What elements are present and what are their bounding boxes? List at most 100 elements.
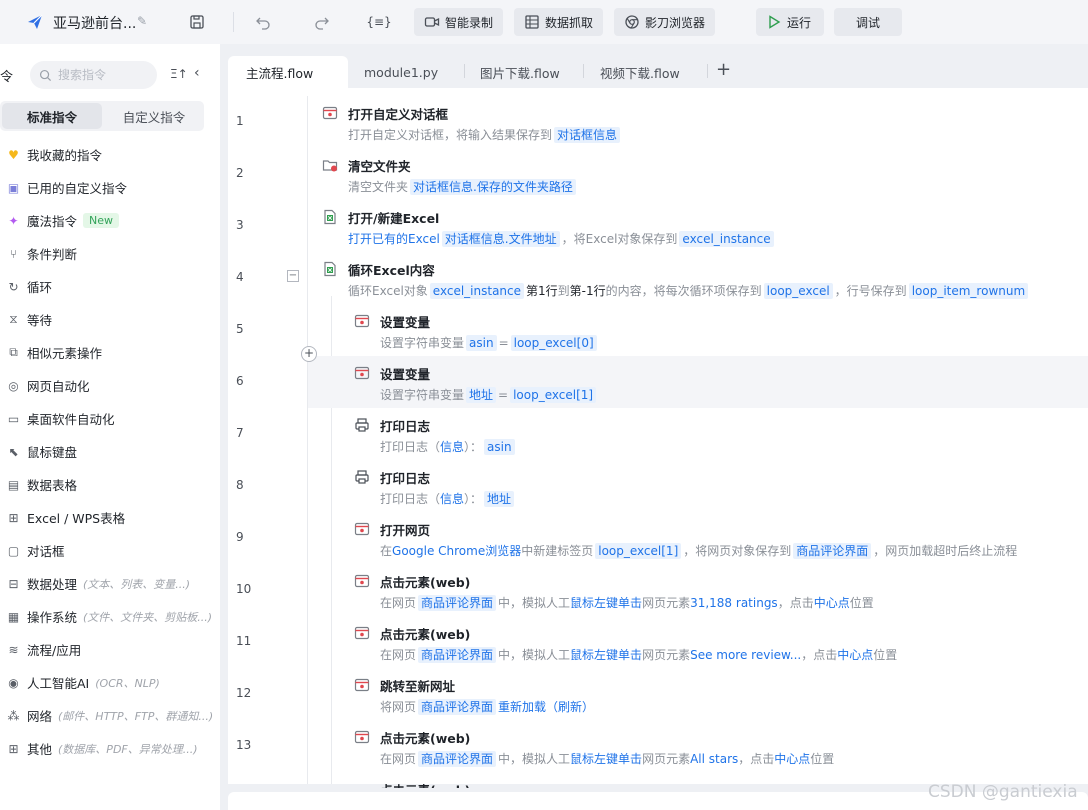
add-tab-icon[interactable]: + [716, 59, 731, 80]
code-view-icon[interactable]: {≡} [366, 11, 391, 33]
description-text: 在网页 [380, 596, 417, 610]
command-search[interactable] [30, 61, 157, 89]
variable-chip[interactable]: 商品评论界面 [418, 595, 497, 611]
variable-chip[interactable]: loop_excel[0] [510, 335, 597, 351]
description-text: ，点击 [738, 752, 775, 766]
sidebar-category-label: 桌面软件自动化 [27, 412, 115, 427]
sidebar-category-item[interactable]: ⧖ 等待 [0, 303, 220, 336]
smart-record-button[interactable]: 智能录制 [414, 8, 504, 36]
navigate-icon [354, 677, 370, 693]
sidebar-category-item[interactable]: ⑂ 条件判断 [0, 237, 220, 270]
debug-button[interactable]: 调试 [834, 8, 902, 36]
collapse-loop-icon[interactable]: − [287, 270, 299, 282]
flow-step[interactable]: 打开/新建Excel 打开已有的Excel 对话框信息.文件地址 ，将Excel对象保… [308, 200, 1088, 252]
flow-step[interactable]: 设置变量 设置字符串变量 asin = loop_excel[0] [308, 304, 1088, 356]
description-text: 鼠标左键单击 [570, 596, 643, 610]
sidebar-category-item[interactable]: ⊟ 数据处理 (文本、列表、变量...) [0, 567, 220, 600]
sidebar-category-item[interactable]: ▢ 对话框 [0, 534, 220, 567]
flow-step[interactable]: 跳转至新网址 将网页 商品评论界面 重新加载（刷新） [308, 668, 1088, 720]
flow-step[interactable]: 打印日志 打印日志（信息）： asin [308, 408, 1088, 460]
sidebar-category-item[interactable]: ▤ 数据表格 [0, 468, 220, 501]
tab-custom-commands[interactable]: 自定义指令 [104, 101, 204, 131]
sidebar-category-item[interactable]: ⁂ 网络 (邮件、HTTP、FTP、群通知...) [0, 699, 220, 732]
save-icon[interactable] [186, 11, 208, 33]
sidebar-category-item[interactable]: ◉ 人工智能AI (OCR、NLP) [0, 666, 220, 699]
variable-chip[interactable]: 对话框信息.保存的文件夹路径 [410, 179, 576, 195]
sidebar-category-item[interactable]: ≋ 流程/应用 [0, 633, 220, 666]
line-number: 1 [236, 114, 244, 128]
sidebar-category-item[interactable]: ⧉ 相似元素操作 [0, 336, 220, 369]
tab-standard-commands[interactable]: 标准指令 [2, 103, 102, 129]
sidebar-category-hint: (文件、文件夹、剪贴板...) [83, 610, 213, 624]
sidebar-category-label: 条件判断 [27, 247, 78, 262]
browser-button[interactable]: 影刀浏览器 [614, 8, 716, 36]
description-text: 设置字符串变量 [380, 336, 465, 350]
sidebar-category-label: 网页自动化 [27, 379, 90, 394]
tab-video-download[interactable]: 视频下载.flow [582, 56, 702, 88]
variable-chip[interactable]: loop_excel[1] [510, 387, 597, 403]
flow-step[interactable]: 打开自定义对话框 打开自定义对话框，将输入结果保存到 对话框信息 [308, 96, 1088, 148]
sidebar-category-item[interactable]: ▣ 已用的自定义指令 [0, 171, 220, 204]
mouse-icon: ⬉ [8, 444, 19, 459]
flow-step[interactable]: 打印日志 打印日志（信息）： 地址 [308, 460, 1088, 512]
tab-main-flow[interactable]: 主流程.flow [228, 56, 348, 88]
variable-chip[interactable]: asin [466, 335, 497, 351]
variable-chip[interactable]: asin [484, 439, 515, 455]
flow-step[interactable]: 点击元素(web) 在网页 商品评论界面 中，模拟人工鼠标左键单击网页元素31,188… [308, 564, 1088, 616]
flow-step[interactable]: 点击元素(web) 在网页 商品评论界面 中，模拟人工鼠标左键单击网页元素All st… [308, 720, 1088, 772]
description-text: 打印日志（ [380, 492, 441, 506]
flow-step[interactable]: 清空文件夹 清空文件夹 对话框信息.保存的文件夹路径 [308, 148, 1088, 200]
sidebar-category-label: 其他 [27, 742, 53, 757]
flow-step[interactable]: 设置变量 设置字符串变量 地址 = loop_excel[1] [308, 356, 1088, 408]
variable-chip[interactable]: 商品评论界面 [793, 543, 872, 559]
variable-chip[interactable]: 商品评论界面 [418, 647, 497, 663]
variable-chip[interactable]: loop_excel [763, 283, 833, 299]
variable-chip[interactable]: 对话框信息 [554, 127, 621, 143]
description-text: ，网页加载超时后终止流程 [873, 544, 1018, 558]
variable-chip[interactable]: excel_instance [679, 231, 774, 247]
edit-icon[interactable]: ✎ [137, 14, 151, 28]
variable-chip[interactable]: loop_excel[1] [595, 543, 682, 559]
sort-icon[interactable]: Ξ↑ [170, 67, 188, 81]
step-title: 点击元素(web) [380, 731, 471, 746]
run-button[interactable]: 运行 [756, 8, 824, 36]
command-search-input[interactable] [58, 68, 148, 82]
data-icon: ⊟ [8, 576, 19, 591]
sidebar-category-item[interactable]: ▦ 操作系统 (文件、文件夹、剪贴板...) [0, 600, 220, 633]
undo-icon[interactable] [252, 11, 274, 33]
variable-chip[interactable]: 商品评论界面 [418, 751, 497, 767]
sidebar-category-label: 我收藏的指令 [27, 148, 103, 163]
sidebar-category-item[interactable]: ⊞ 其他 (数据库、PDF、异常处理...) [0, 732, 220, 765]
data-capture-button[interactable]: 数据抓取 [514, 8, 604, 36]
collapse-sidebar-icon[interactable]: ‹ [194, 65, 200, 81]
flow-step[interactable]: 点击元素(web) 在网页 商品评论界面 中，模拟人工鼠标左键单击网页元素See mo… [308, 616, 1088, 668]
variable-chip[interactable]: 地址 [466, 387, 497, 403]
dialog-icon: ▢ [7, 543, 20, 558]
open-webpage-icon [354, 521, 370, 537]
sidebar-category-label: 流程/应用 [27, 643, 82, 658]
app-title[interactable]: 亚马逊前台... [53, 13, 136, 33]
sidebar-category-item[interactable]: ◎ 网页自动化 [0, 369, 220, 402]
variable-chip[interactable]: loop_item_rownum [908, 283, 1029, 299]
variable-chip[interactable]: 对话框信息.文件地址 [441, 231, 560, 247]
flow-editor: 主流程.flow module1.py 图片下载.flow 视频下载.flow … [228, 44, 1088, 788]
flow-step[interactable]: 打开网页 在Google Chrome浏览器中新建标签页 loop_excel[1]… [308, 512, 1088, 564]
sidebar-category-item[interactable]: ⬉ 鼠标键盘 [0, 435, 220, 468]
tab-module1[interactable]: module1.py [346, 56, 464, 88]
redo-icon[interactable] [311, 11, 333, 33]
heart-icon: ♥ [8, 147, 19, 162]
variable-chip[interactable]: excel_instance [429, 283, 525, 299]
sidebar-category-item[interactable]: ↻ 循环 [0, 270, 220, 303]
variable-chip[interactable]: 商品评论界面 [418, 699, 497, 715]
flow-step[interactable]: 循环Excel内容 循环Excel对象 excel_instance 第1行到第-1行… [308, 252, 1088, 304]
variable-chip[interactable]: 地址 [484, 491, 515, 507]
sidebar-category-item[interactable]: ⊞ Excel / WPS表格 [0, 501, 220, 534]
sidebar-category-item[interactable]: ✦ 魔法指令 New [0, 204, 220, 237]
sidebar-category-item[interactable]: ♥ 我收藏的指令 [0, 138, 220, 171]
web-icon: ◎ [8, 378, 19, 393]
tab-image-download[interactable]: 图片下载.flow [462, 56, 582, 88]
insert-step-icon[interactable]: + [301, 346, 317, 362]
sidebar-category-item[interactable]: ▭ 桌面软件自动化 [0, 402, 220, 435]
description-text: Google Chrome浏览器 [392, 544, 522, 558]
description-text: = [498, 388, 509, 402]
